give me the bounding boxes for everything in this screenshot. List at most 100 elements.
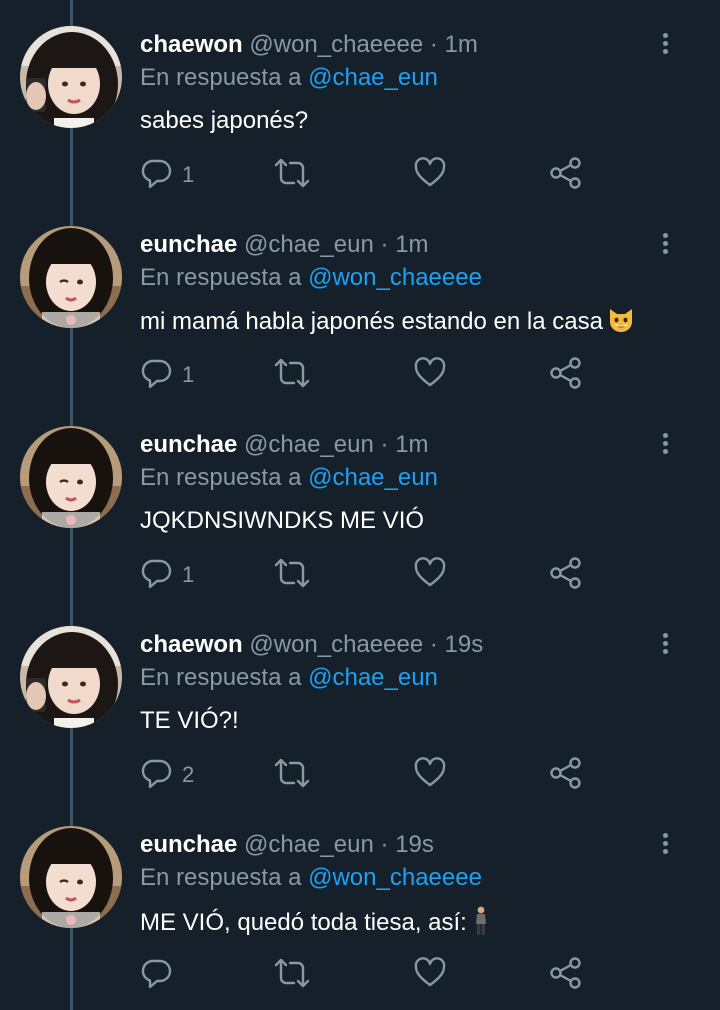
avatar[interactable] [20,426,122,528]
display-name[interactable]: chaewon [140,631,243,658]
user-handle[interactable]: @chae_eun [244,431,374,458]
share-icon [549,956,583,995]
timestamp[interactable]: 19s [395,831,434,858]
retweet-icon [274,756,310,795]
avatar[interactable] [20,26,122,128]
retweet-icon [274,156,310,195]
tweet-actions: 1 [140,156,600,195]
tweet-header: chaewon @won_chaeeee · 19s [140,630,483,660]
like-button[interactable] [413,156,447,195]
more-vertical-icon[interactable] [655,830,675,860]
reply-context: En respuesta a @chae_eun [140,663,438,693]
reply-mention[interactable]: @chae_eun [308,664,438,691]
like-button[interactable] [413,756,447,795]
tweet-header: eunchae @chae_eun · 1m [140,230,429,260]
display-name[interactable]: eunchae [140,431,237,458]
retweet-button[interactable] [274,758,310,792]
tweet-text: JQKDNSIWNDKS ME VIÓ [140,506,424,536]
heart-icon [413,156,447,195]
display-name[interactable]: eunchae [140,831,237,858]
avatar[interactable] [20,226,122,328]
tweet[interactable]: chaewon @won_chaeeee · 19s En respuesta a… [0,600,720,800]
more-vertical-icon[interactable] [655,630,675,660]
share-button[interactable] [549,156,583,195]
reply-context: En respuesta a @won_chaeeee [140,263,482,293]
share-icon [549,756,583,795]
tweet[interactable]: chaewon @won_chaeeee · 1m En respuesta a … [0,0,720,200]
reply-count: 2 [182,762,195,787]
separator-dot: · [380,431,389,458]
tweet-text-content: mi mamá habla japonés estando en la casa [140,308,603,335]
standing-man-emoji [473,906,489,936]
retweet-button[interactable] [274,158,310,192]
tweet-header: eunchae @chae_eun · 19s [140,830,434,860]
reply-mention[interactable]: @won_chaeeee [308,264,482,291]
reply-context: En respuesta a @chae_eun [140,63,438,93]
reply-icon [140,556,174,595]
share-button[interactable] [549,556,583,595]
more-vertical-icon[interactable] [655,230,675,260]
retweet-button[interactable] [274,958,310,992]
reply-prefix: En respuesta a [140,864,302,891]
retweet-icon [274,556,310,595]
timestamp[interactable]: 1m [395,231,428,258]
tweet-actions: 1 [140,556,600,595]
avatar[interactable] [20,826,122,928]
timestamp[interactable]: 1m [395,431,428,458]
share-button[interactable] [549,956,583,995]
share-button[interactable] [549,756,583,795]
tweet[interactable]: eunchae @chae_eun · 1m En respuesta a @ch… [0,400,720,600]
tweet-text-content: JQKDNSIWNDKS ME VIÓ [140,507,425,534]
reply-button[interactable]: 2 [140,758,194,792]
user-handle[interactable]: @chae_eun [244,231,374,258]
display-name[interactable]: chaewon [140,31,243,58]
timeline: chaewon @won_chaeeee · 1m En respuesta a … [0,0,720,1010]
tweet-text-content: sabes japonés? [140,107,309,134]
reply-button[interactable] [140,958,182,992]
timestamp[interactable]: 19s [445,631,484,658]
reply-prefix: En respuesta a [140,664,302,691]
heart-icon [413,356,447,395]
separator-dot: · [380,831,389,858]
tweet-text: ME VIÓ, quedó toda tiesa, así: [140,906,489,938]
reply-mention[interactable]: @chae_eun [308,64,438,91]
retweet-button[interactable] [274,358,310,392]
user-handle[interactable]: @won_chaeeee [249,31,423,58]
like-button[interactable] [413,356,447,395]
share-icon [549,156,583,195]
tweet[interactable]: eunchae @chae_eun · 1m En respuesta a @wo… [0,200,720,400]
display-name[interactable]: eunchae [140,231,237,258]
tweet-header: chaewon @won_chaeeee · 1m [140,30,478,60]
reply-icon [140,756,174,795]
retweet-icon [274,356,310,395]
heart-icon [413,756,447,795]
like-button[interactable] [413,956,447,992]
retweet-button[interactable] [274,558,310,592]
reply-mention[interactable]: @chae_eun [308,464,438,491]
reply-icon [140,356,174,395]
retweet-icon [274,956,310,995]
separator-dot: · [380,231,389,258]
separator-dot: · [429,31,438,58]
tweet[interactable]: eunchae @chae_eun · 19s En respuesta a @w… [0,800,720,1000]
share-icon [549,356,583,395]
share-button[interactable] [549,356,583,395]
reply-button[interactable]: 1 [140,158,194,192]
like-button[interactable] [413,556,447,592]
user-handle[interactable]: @chae_eun [244,831,374,858]
reply-count: 1 [182,162,195,187]
reply-button[interactable]: 1 [140,358,194,392]
user-handle[interactable]: @won_chaeeee [249,631,423,658]
reply-prefix: En respuesta a [140,264,302,291]
timestamp[interactable]: 1m [445,31,478,58]
more-vertical-icon[interactable] [655,30,675,60]
reply-context: En respuesta a @chae_eun [140,463,438,493]
reply-mention[interactable]: @won_chaeeee [308,864,482,891]
grinning-cat-emoji [607,306,635,334]
avatar[interactable] [20,626,122,728]
reply-button[interactable]: 1 [140,558,194,592]
share-icon [549,556,583,595]
more-vertical-icon[interactable] [655,430,675,460]
tweet-header: eunchae @chae_eun · 1m [140,430,429,460]
reply-prefix: En respuesta a [140,64,302,91]
